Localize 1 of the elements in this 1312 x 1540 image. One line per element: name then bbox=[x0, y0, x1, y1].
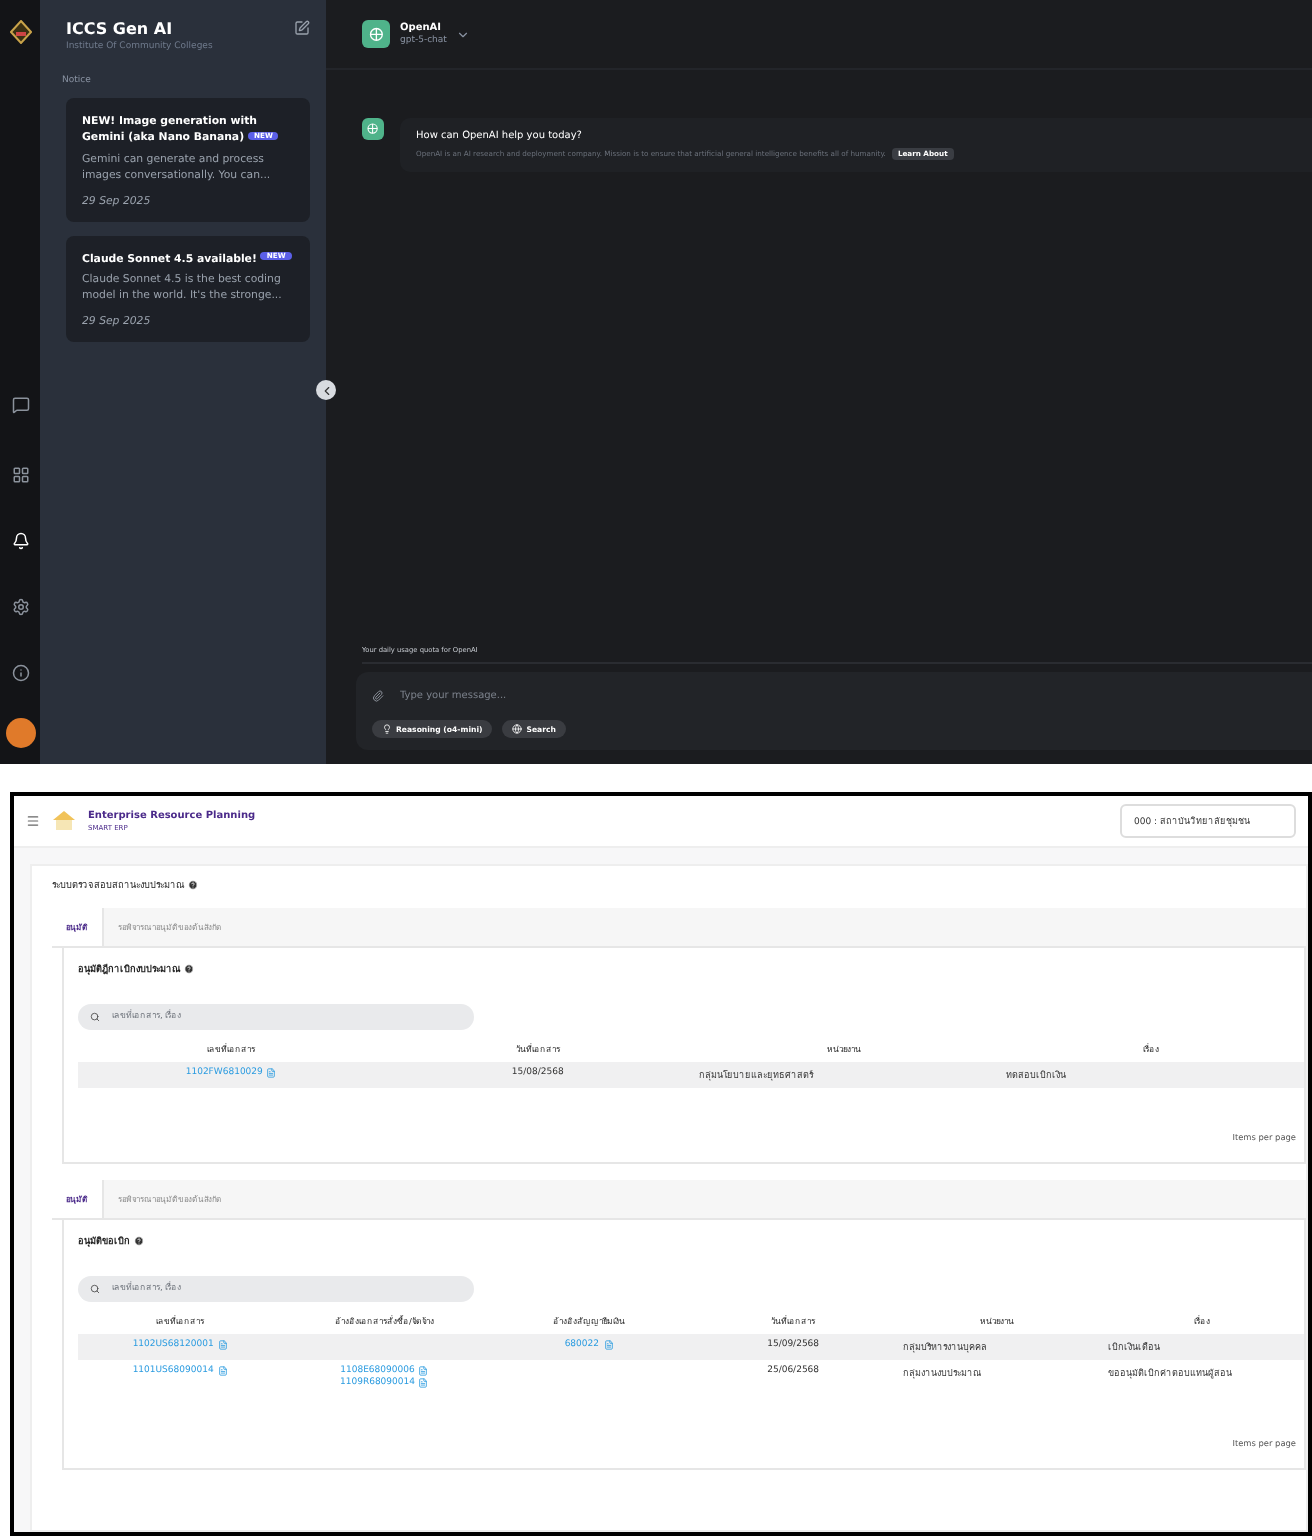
app-title: ICCS Gen AI bbox=[66, 20, 175, 38]
